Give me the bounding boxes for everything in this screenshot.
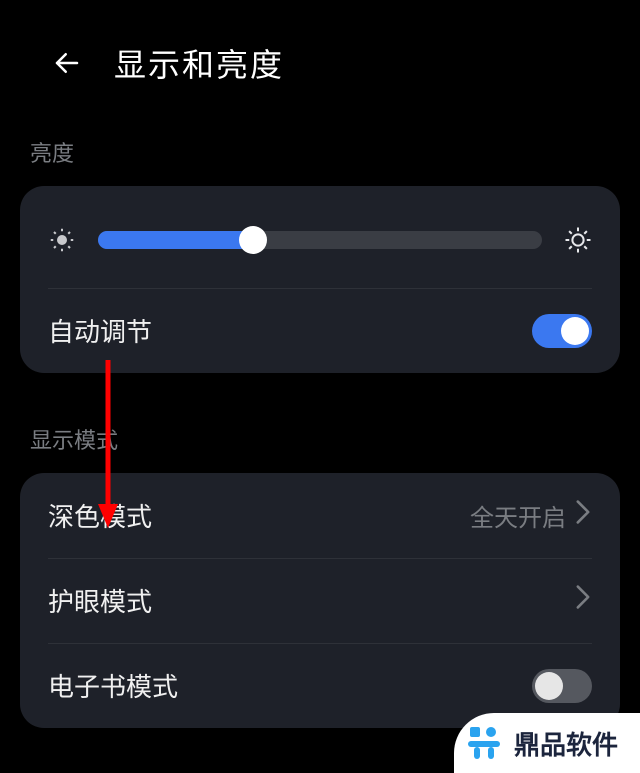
sun-high-icon bbox=[562, 224, 594, 256]
dark-mode-value: 全天开启 bbox=[470, 498, 592, 533]
brightness-slider[interactable] bbox=[98, 231, 542, 249]
watermark: 鼎品软件 bbox=[454, 713, 640, 773]
auto-brightness-label: 自动调节 bbox=[48, 312, 152, 349]
dark-mode-row[interactable]: 深色模式 全天开启 bbox=[20, 473, 620, 558]
watermark-text: 鼎品软件 bbox=[514, 725, 618, 762]
section-label-display-mode: 显示模式 bbox=[0, 403, 640, 473]
back-arrow-icon[interactable] bbox=[50, 46, 84, 80]
dark-mode-label: 深色模式 bbox=[48, 497, 152, 534]
ebook-mode-label: 电子书模式 bbox=[48, 667, 178, 704]
ebook-mode-toggle[interactable] bbox=[532, 669, 592, 703]
watermark-logo-icon bbox=[462, 721, 506, 765]
sun-low-icon bbox=[46, 224, 78, 256]
header: 显示和亮度 bbox=[0, 0, 640, 116]
page-title: 显示和亮度 bbox=[114, 40, 284, 86]
display-mode-card: 深色模式 全天开启 护眼模式 电子书模式 bbox=[20, 473, 620, 728]
auto-brightness-row[interactable]: 自动调节 bbox=[20, 288, 620, 373]
brightness-slider-row bbox=[20, 186, 620, 288]
eye-care-chevron bbox=[574, 584, 592, 617]
auto-brightness-toggle[interactable] bbox=[532, 314, 592, 348]
chevron-right-icon bbox=[574, 499, 592, 532]
eye-care-label: 护眼模式 bbox=[48, 582, 152, 619]
slider-thumb[interactable] bbox=[239, 226, 267, 254]
section-label-brightness: 亮度 bbox=[0, 116, 640, 186]
brightness-card: 自动调节 bbox=[20, 186, 620, 373]
chevron-right-icon bbox=[574, 584, 592, 617]
eye-care-row[interactable]: 护眼模式 bbox=[20, 558, 620, 643]
